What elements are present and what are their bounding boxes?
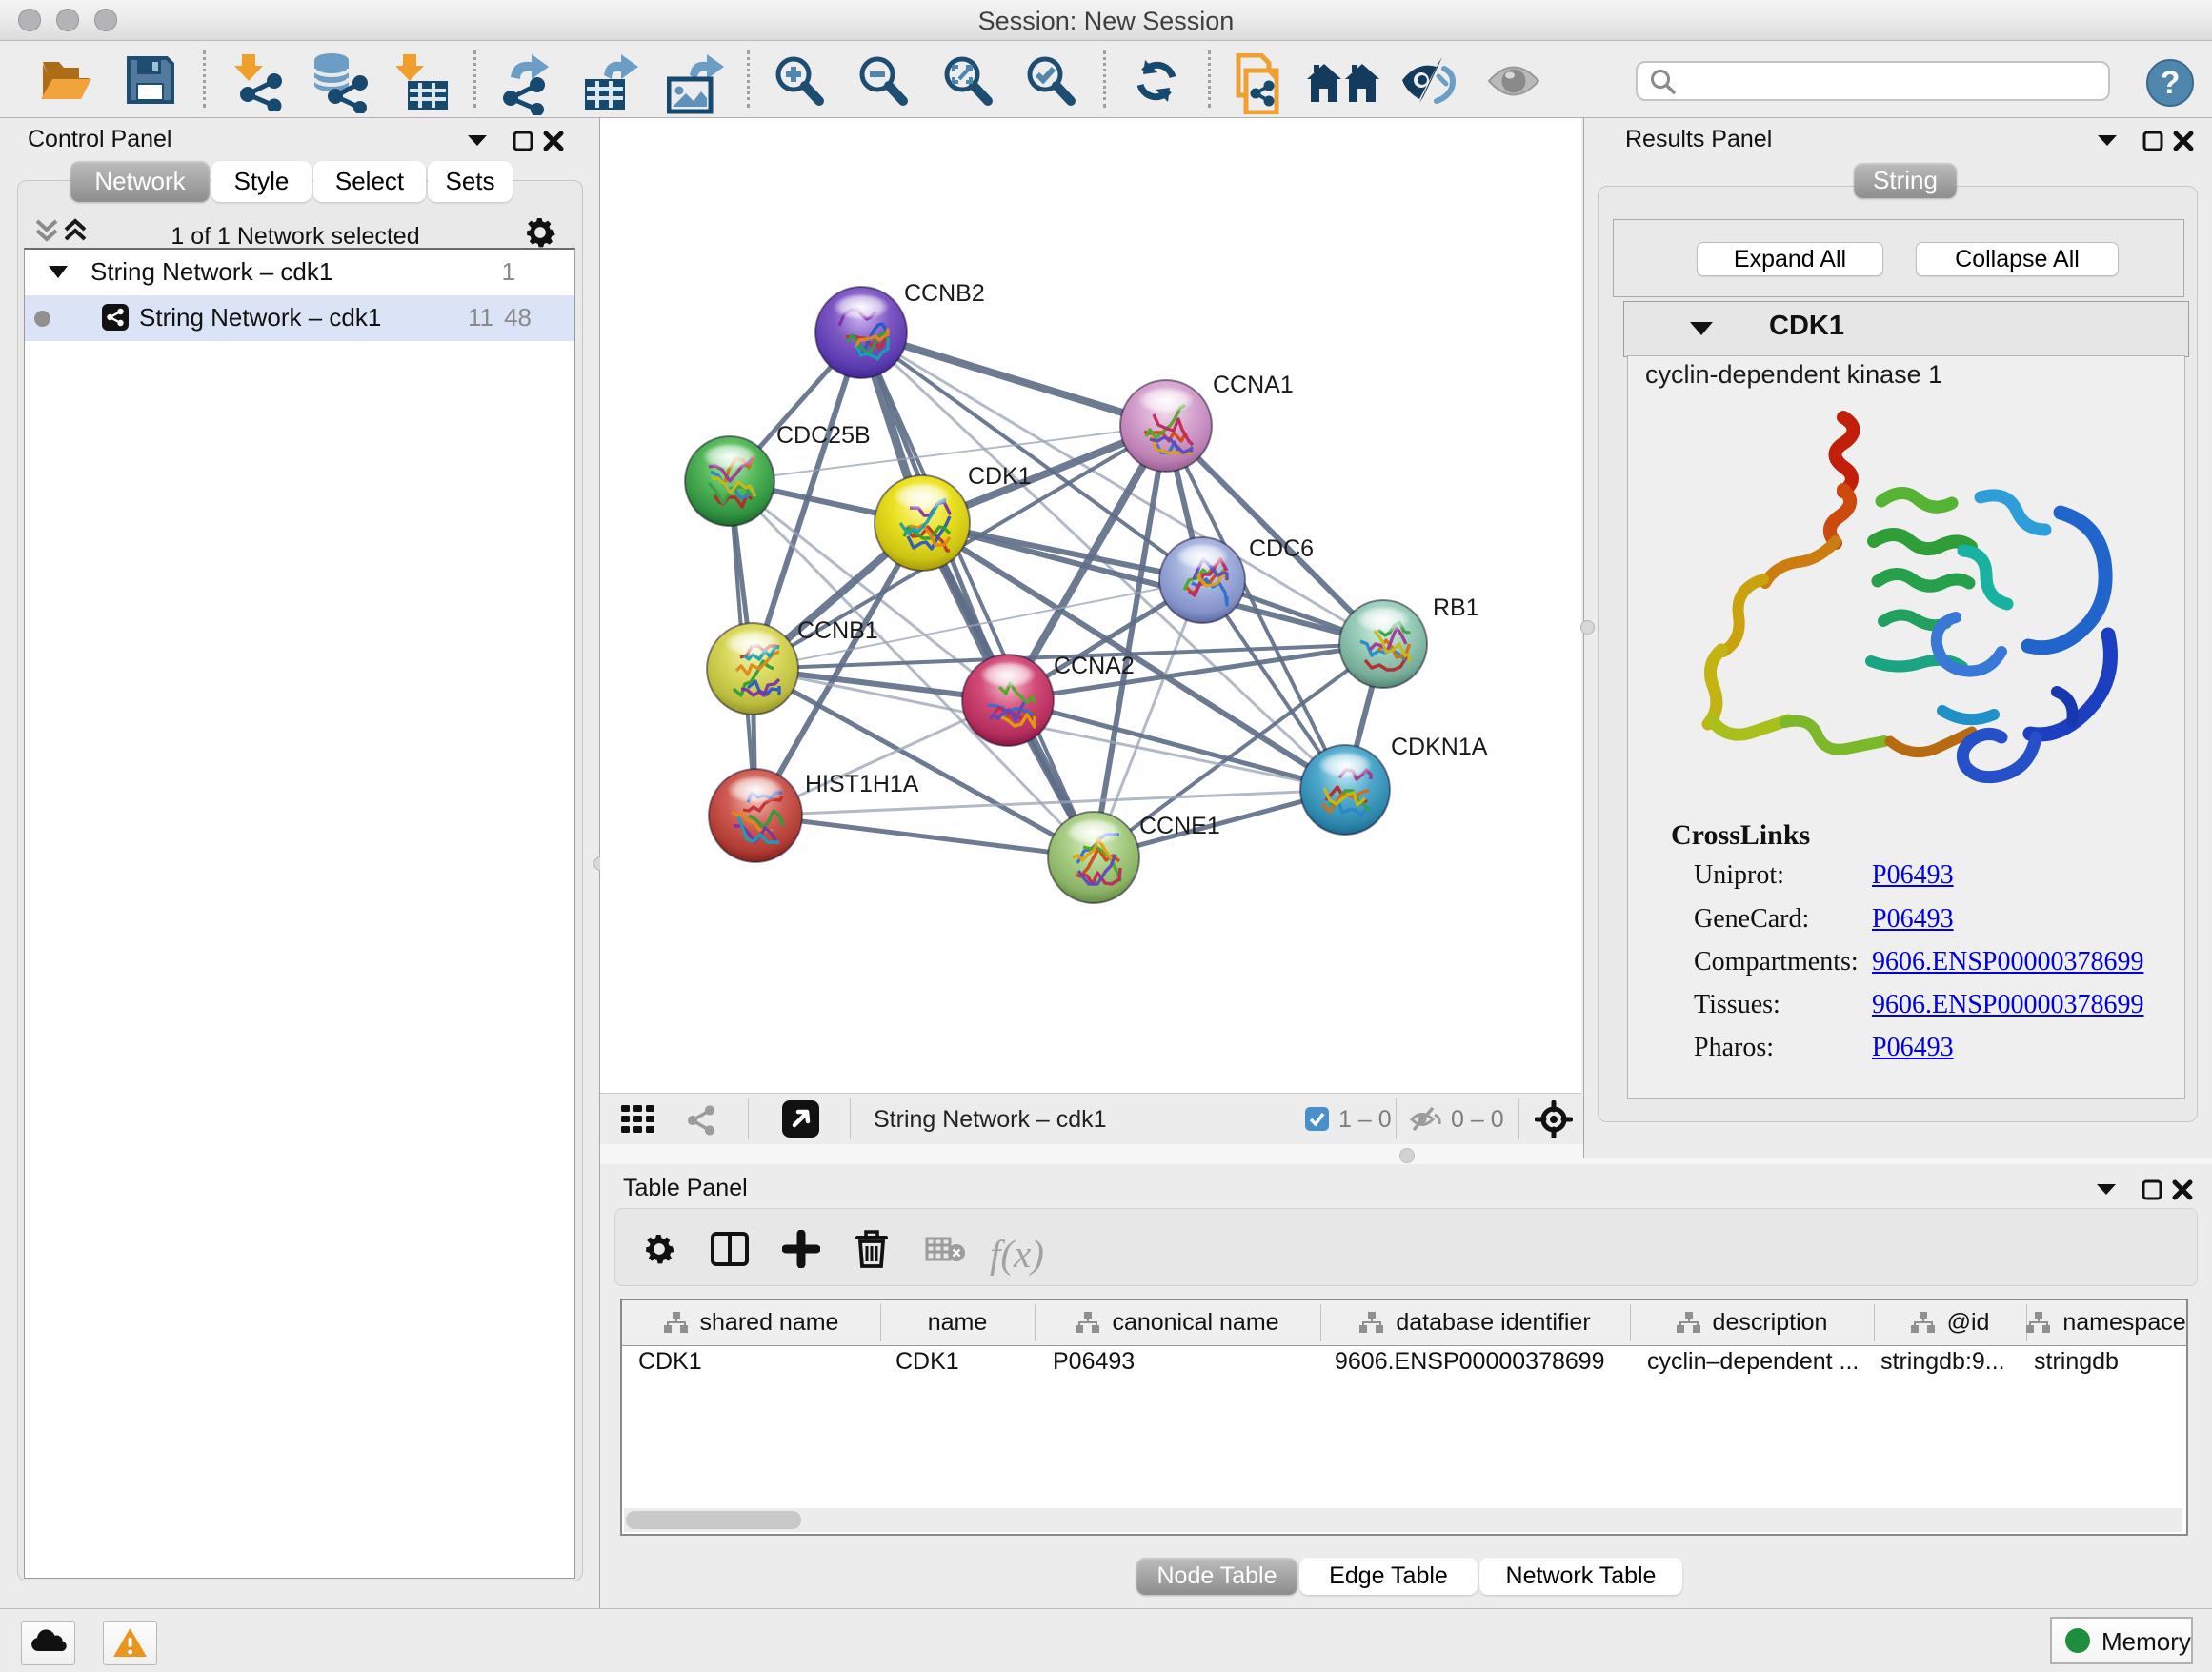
svg-text:HIST1H1A: HIST1H1A — [805, 771, 919, 797]
svg-text:CDK1: CDK1 — [968, 463, 1032, 490]
svg-text:CCNA2: CCNA2 — [1054, 653, 1135, 679]
svg-text:CCNE1: CCNE1 — [1139, 813, 1220, 839]
svg-text:CCNA1: CCNA1 — [1213, 372, 1294, 398]
svg-text:CCNB1: CCNB1 — [797, 617, 878, 644]
svg-text:CDKN1A: CDKN1A — [1391, 734, 1488, 760]
svg-text:CDC25B: CDC25B — [776, 422, 871, 449]
svg-text:CCNB2: CCNB2 — [904, 280, 985, 307]
svg-text:CDC6: CDC6 — [1249, 535, 1314, 562]
svg-text:RB1: RB1 — [1433, 594, 1479, 621]
